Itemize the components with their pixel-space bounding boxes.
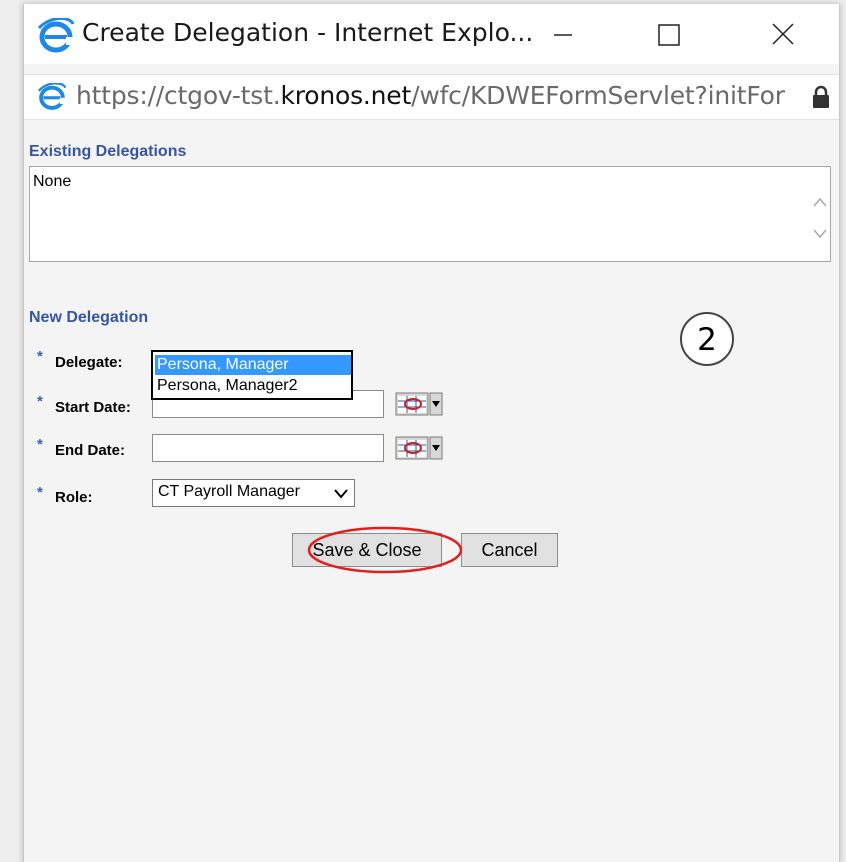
calendar-icon[interactable] bbox=[395, 390, 443, 418]
end-date-input[interactable] bbox=[152, 434, 384, 462]
url-text[interactable]: https://ctgov-tst.kronos.net/wfc/KDWEFor… bbox=[76, 81, 785, 110]
internet-explorer-icon bbox=[37, 83, 67, 110]
calendar-icon[interactable] bbox=[395, 434, 443, 462]
delegate-option-selected[interactable]: Persona, Manager bbox=[155, 355, 351, 375]
delegate-listbox[interactable]: Persona, Manager Persona, Manager2 bbox=[151, 350, 353, 400]
role-select[interactable]: CT Payroll Manager bbox=[152, 479, 355, 507]
existing-delegations-list[interactable]: None bbox=[29, 166, 831, 262]
required-marker: * bbox=[37, 348, 43, 365]
delegate-label: Delegate: bbox=[55, 354, 123, 371]
delegate-option[interactable]: Persona, Manager2 bbox=[155, 376, 351, 396]
window-title: Create Delegation - Internet Explo... bbox=[82, 18, 534, 47]
existing-delegations-heading: Existing Delegations bbox=[29, 143, 187, 160]
scroll-up-icon[interactable] bbox=[812, 195, 828, 209]
new-delegation-heading: New Delegation bbox=[29, 309, 149, 326]
scroll-down-icon[interactable] bbox=[812, 227, 828, 241]
address-bar[interactable]: https://ctgov-tst.kronos.net/wfc/KDWEFor… bbox=[24, 74, 839, 120]
end-date-label: End Date: bbox=[55, 442, 126, 459]
browser-popup-window: Create Delegation - Internet Explo... ht… bbox=[23, 4, 840, 862]
title-bar: Create Delegation - Internet Explo... bbox=[24, 4, 839, 64]
highlight-oval bbox=[307, 526, 463, 574]
lock-icon bbox=[813, 85, 829, 108]
minimize-button[interactable] bbox=[534, 12, 590, 56]
close-button[interactable] bbox=[754, 12, 810, 56]
step-number: 2 bbox=[697, 322, 717, 358]
required-marker: * bbox=[37, 393, 43, 410]
required-marker: * bbox=[37, 436, 43, 453]
url-suffix: /wfc/KDWEFormServlet?initFor bbox=[411, 81, 785, 110]
cancel-button[interactable]: Cancel bbox=[461, 533, 558, 567]
url-host: kronos.net bbox=[280, 81, 412, 110]
role-label: Role: bbox=[55, 489, 93, 506]
start-date-label: Start Date: bbox=[55, 399, 131, 416]
required-marker: * bbox=[37, 484, 43, 501]
maximize-button[interactable] bbox=[641, 12, 697, 56]
url-prefix: https://ctgov-tst. bbox=[76, 81, 281, 110]
chevron-down-icon bbox=[334, 489, 348, 499]
existing-delegations-value: None bbox=[33, 173, 72, 190]
role-selected-value: CT Payroll Manager bbox=[158, 483, 300, 500]
internet-explorer-icon bbox=[37, 18, 75, 53]
